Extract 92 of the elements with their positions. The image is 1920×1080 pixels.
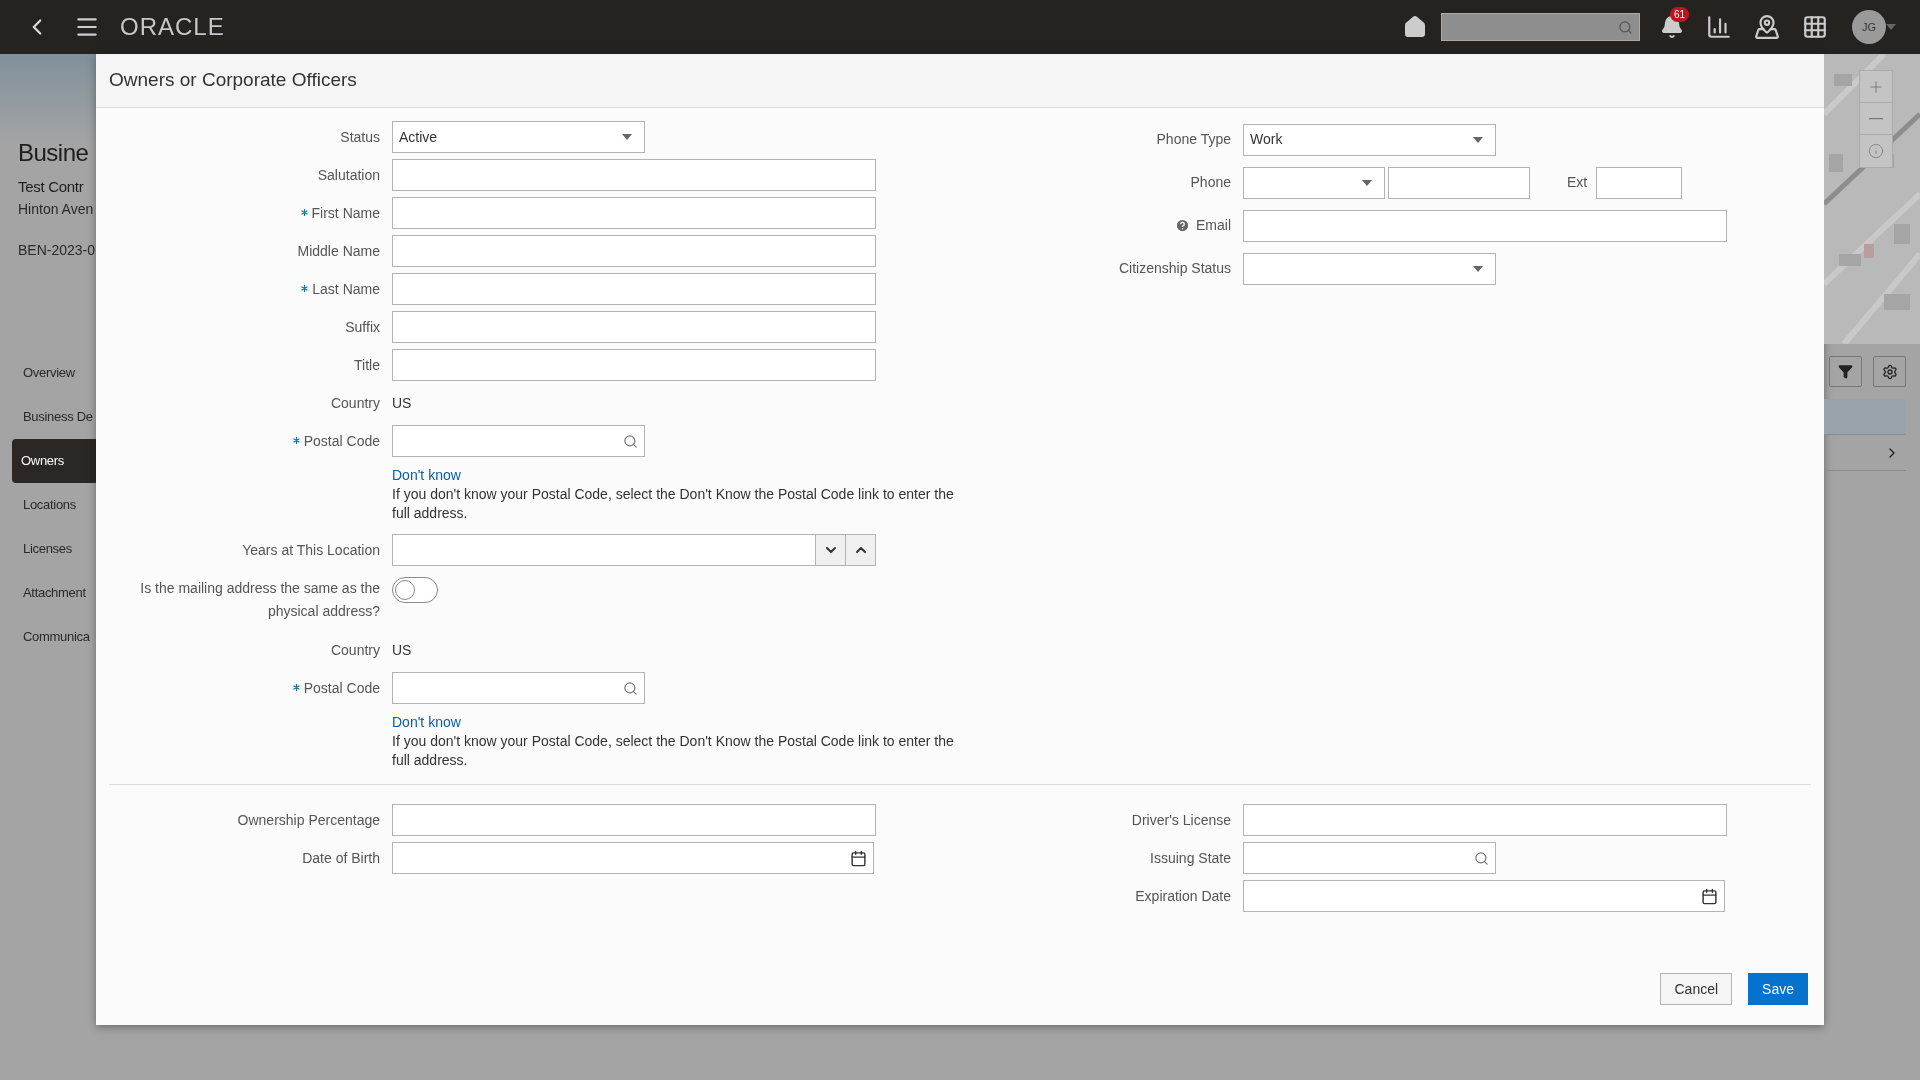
field-label: Title [354,355,380,375]
field-label: Email [1196,216,1231,235]
field-label: Driver's License [1131,810,1231,830]
nav-item[interactable]: Business De [12,394,96,439]
lookup-field[interactable] [1243,842,1496,874]
phone-field[interactable] [1388,166,1530,199]
field-label: Expiration Date [1135,886,1231,906]
text-field[interactable] [392,235,876,267]
search-field[interactable] [1441,13,1640,41]
country-code-select[interactable] [1243,166,1385,199]
field-label: Country [330,640,380,660]
ext-label: Ext [1567,173,1588,192]
date-field[interactable] [1243,880,1725,912]
field-label: Postal Code [303,431,380,451]
field-label: Salutation [317,165,380,185]
extension-field[interactable] [1596,166,1683,199]
search-icon[interactable] [623,433,638,449]
map-icon[interactable] [1754,14,1780,40]
field-label: Middle Name [297,241,380,261]
text-field[interactable] [392,311,876,343]
text-field[interactable] [392,273,876,305]
lookup-field[interactable] [392,672,645,704]
text-field[interactable] [392,197,876,229]
nav-item[interactable]: Licenses [12,526,96,571]
field-label: Issuing State [1150,848,1231,868]
minus-icon [1869,117,1883,120]
nav-item[interactable]: Owners [12,438,96,483]
email-field[interactable] [1243,209,1727,242]
text-field[interactable] [1243,804,1727,836]
nav-item[interactable]: Overview [12,350,96,395]
field-value: US [392,395,412,411]
select-field[interactable]: Work [1243,123,1496,156]
home-icon[interactable] [1403,15,1427,39]
search-icon[interactable] [1618,19,1633,35]
filter-button[interactable] [1829,356,1862,387]
field-label: Postal Code [303,678,380,698]
nav-item[interactable]: Attachment [12,570,96,615]
info-icon [1868,143,1884,159]
field-label: Phone Type [1156,130,1231,149]
text-field[interactable] [392,349,876,381]
help-icon[interactable] [1175,218,1190,233]
dialog-title: Owners or Corporate Officers [109,68,357,93]
text-field[interactable] [392,159,876,191]
number-field[interactable] [392,534,876,566]
search-icon[interactable] [623,680,638,696]
date-field[interactable] [392,842,874,874]
settings-button[interactable] [1873,356,1906,387]
search-icon[interactable] [1474,850,1489,866]
record-name: Test Contr [18,177,84,197]
field-label: Years at This Location [242,540,380,560]
dropdown-caret-icon [1886,24,1896,30]
settings-icon [1881,363,1898,380]
field-label: Country [330,393,380,413]
dont-know-link[interactable]: Don't know [392,466,461,485]
dropdown-caret-icon [1362,179,1372,186]
field-value: US [392,642,412,658]
dropdown-caret-icon [622,134,632,140]
calendar-icon[interactable] [1701,887,1718,905]
field-label: Last Name [312,279,380,299]
notification-badge: 61 [1670,7,1690,22]
select-field[interactable]: Active [392,121,645,153]
calendar-icon[interactable] [850,849,867,867]
page-title: Busine [18,138,89,168]
nav-item[interactable]: Communica [12,614,96,659]
cancel-button[interactable]: Cancel [1660,973,1733,1005]
dont-know-link[interactable]: Don't know [392,713,461,732]
help-text: If you don't know your Postal Code, select the Don't Know the Postal Code link to enter the full address. [392,732,955,770]
save-button[interactable]: Save [1748,973,1808,1005]
apps-grid-icon[interactable] [1802,14,1828,40]
field-label: Status [340,127,380,147]
chart-icon[interactable] [1706,14,1732,40]
field-label: Is the mailing address the same as the physical address? [139,579,380,621]
avatar[interactable]: JG [1852,10,1886,44]
help-text: If you don't know your Postal Code, select the Don't Know the Postal Code link to enter the full address. [392,485,955,523]
record-address: Hinton Aven [18,199,94,219]
record-id: BEN-2023-0 [18,240,96,260]
toggle-switch[interactable] [392,577,438,603]
text-field[interactable] [392,804,876,836]
lookup-field[interactable] [392,425,645,457]
filter-icon [1838,364,1853,379]
dropdown-caret-icon [1473,136,1483,143]
field-label: Suffix [345,317,380,337]
field-label: Date of Birth [302,848,380,868]
field-label: First Name [311,203,380,223]
field-label: Citizenship Status [1118,259,1231,278]
oracle-logo[interactable]: ORACLE [120,9,225,45]
field-label: Ownership Percentage [237,810,380,830]
field-label: Phone [1190,173,1231,192]
select-field[interactable] [1243,252,1496,285]
selected-row[interactable] [1824,399,1906,435]
nav-item[interactable]: Locations [12,482,96,527]
dropdown-caret-icon [1473,265,1483,272]
